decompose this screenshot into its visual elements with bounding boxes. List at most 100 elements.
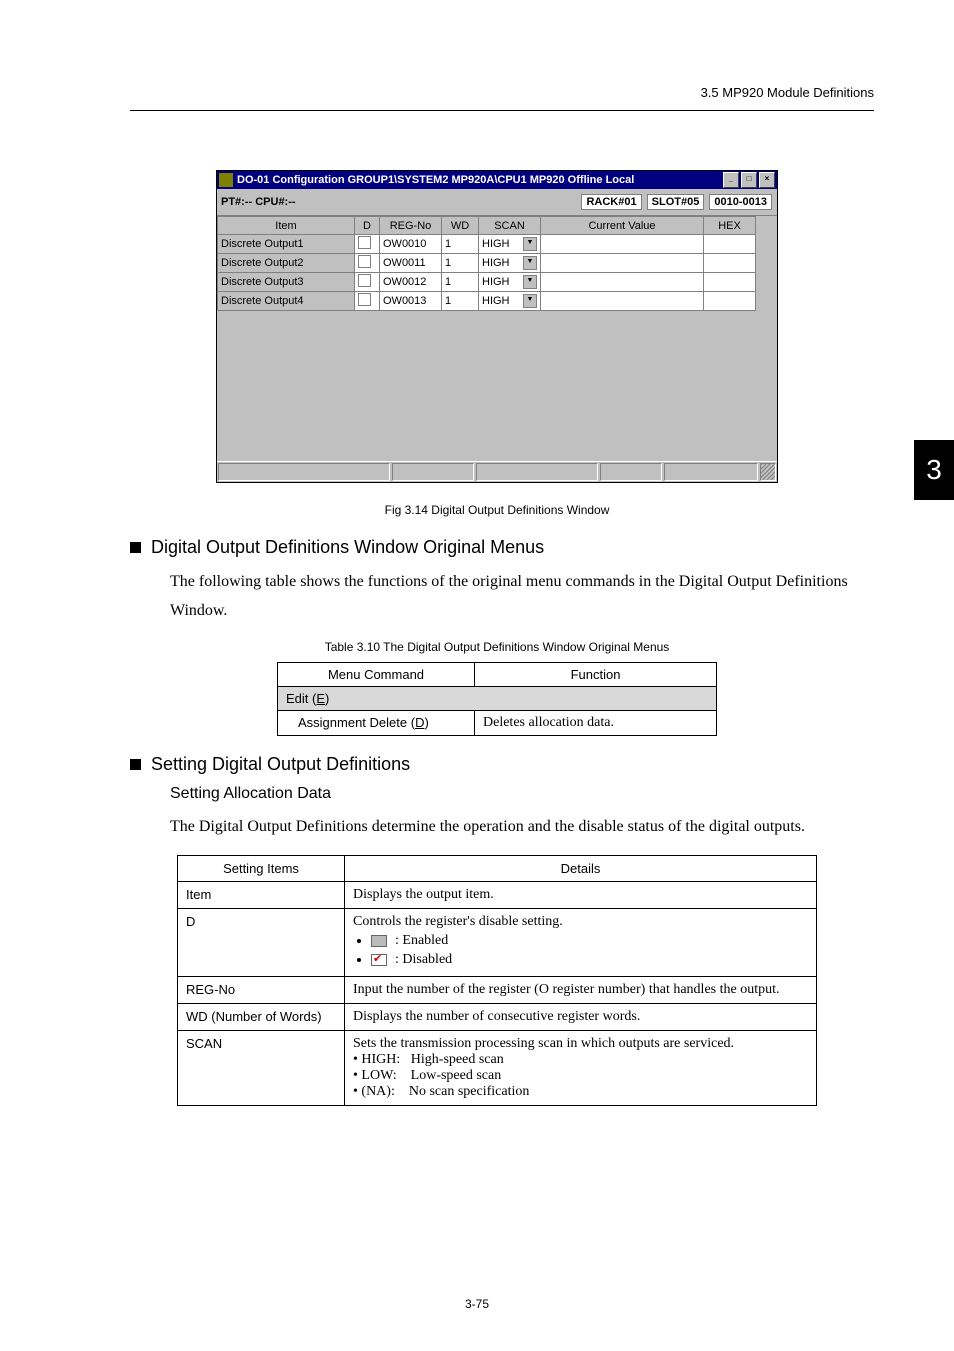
square-bullet-icon — [130, 542, 141, 553]
checkbox-icon — [358, 293, 371, 306]
heading-text: Digital Output Definitions Window Origin… — [151, 537, 544, 558]
enabled-label: : Enabled — [395, 933, 448, 949]
paragraph-a: The following table shows the functions … — [170, 568, 864, 626]
row-current — [541, 254, 704, 273]
chevron-down-icon[interactable]: ▼ — [523, 275, 537, 289]
paragraph-b: The Digital Output Definitions determine… — [170, 813, 864, 842]
row-d-checkbox[interactable] — [355, 235, 380, 254]
details-head-details: Details — [345, 856, 817, 882]
d-disabled: : Disabled — [353, 952, 808, 968]
grid-scroll-gutter — [756, 217, 777, 235]
row-item: Discrete Output1 — [218, 235, 355, 254]
na-desc: No scan specification — [409, 1084, 530, 1099]
statusbar-pane — [664, 463, 758, 481]
statusbar-pane — [218, 463, 390, 481]
row-hex — [704, 292, 756, 311]
col-item: Item — [218, 217, 355, 235]
row-hex — [704, 254, 756, 273]
scan-value: HIGH — [482, 295, 510, 307]
high-label: • HIGH: — [353, 1052, 400, 1067]
scan-low: • LOW: Low-speed scan — [353, 1068, 808, 1084]
do-config-window: DO-01 Configuration GROUP1\SYSTEM2 MP920… — [216, 170, 778, 483]
row-item: Discrete Output2 — [218, 254, 355, 273]
chevron-down-icon[interactable]: ▼ — [523, 256, 537, 270]
grid-gutter — [756, 254, 777, 273]
window-info-row: PT#:-- CPU#:-- RACK#01 SLOT#05 0010-0013 — [217, 189, 777, 216]
checkbox-icon — [358, 255, 371, 268]
pt-cpu-label: PT#:-- CPU#:-- — [221, 196, 401, 208]
page-header-section: 3.5 MP920 Module Definitions — [701, 85, 874, 100]
window-empty-area — [217, 311, 777, 461]
col-regno: REG-No — [380, 217, 442, 235]
subheading-allocation: Setting Allocation Data — [170, 785, 864, 803]
edit-menu-cell: Edit (E) — [278, 686, 717, 710]
edit-post: ) — [325, 691, 329, 706]
row-scan[interactable]: HIGH ▼ — [479, 254, 541, 273]
enabled-icon — [371, 935, 387, 947]
item-text: Displays the output item. — [345, 882, 817, 909]
row-d-checkbox[interactable] — [355, 273, 380, 292]
rack-box: RACK#01 — [581, 194, 641, 210]
page-number: 3-75 — [0, 1297, 954, 1311]
row-scan[interactable]: HIGH ▼ — [479, 235, 541, 254]
square-bullet-icon — [130, 759, 141, 770]
col-wd: WD — [442, 217, 479, 235]
row-regno[interactable]: OW0011 — [380, 254, 442, 273]
grid-gutter — [756, 292, 777, 311]
figure-caption: Fig 3.14 Digital Output Definitions Wind… — [130, 503, 864, 517]
heading-text: Setting Digital Output Definitions — [151, 754, 410, 775]
scan-value: HIGH — [482, 257, 510, 269]
row-wd: 1 — [442, 254, 479, 273]
chevron-down-icon[interactable]: ▼ — [523, 237, 537, 251]
scan-value: HIGH — [482, 238, 510, 250]
heading-setting-defs: Setting Digital Output Definitions — [130, 754, 864, 775]
menu-head-command: Menu Command — [278, 662, 475, 686]
assign-pre: Assignment Delete ( — [298, 715, 415, 730]
setting-details-table: Setting Items Details Item Displays the … — [177, 855, 817, 1106]
row-current — [541, 273, 704, 292]
row-d-checkbox[interactable] — [355, 292, 380, 311]
chevron-down-icon[interactable]: ▼ — [523, 294, 537, 308]
row-wd: 1 — [442, 235, 479, 254]
row-wd: 1 — [442, 292, 479, 311]
row-regno[interactable]: OW0010 — [380, 235, 442, 254]
low-desc: Low-speed scan — [411, 1068, 502, 1083]
close-button[interactable]: × — [759, 172, 775, 188]
high-desc: High-speed scan — [411, 1052, 504, 1067]
window-statusbar — [217, 461, 777, 482]
resize-grip-icon[interactable] — [760, 463, 776, 481]
d-details: Controls the register's disable setting.… — [345, 909, 817, 977]
slot-box: SLOT#05 — [647, 194, 705, 210]
chapter-tab: 3 — [914, 440, 954, 500]
window-titlebar: DO-01 Configuration GROUP1\SYSTEM2 MP920… — [217, 171, 777, 189]
row-hex — [704, 235, 756, 254]
checkbox-icon — [358, 274, 371, 287]
statusbar-pane — [476, 463, 598, 481]
scan-high: • HIGH: High-speed scan — [353, 1052, 808, 1068]
row-scan[interactable]: HIGH▼ — [479, 273, 541, 292]
table-row: REG-No Input the number of the register … — [178, 977, 817, 1004]
row-scan[interactable]: HIGH ▼ — [479, 292, 541, 311]
rack-slot-info: RACK#01 SLOT#05 0010-0013 — [580, 194, 773, 210]
edit-key: E — [316, 691, 325, 706]
table-row: D Controls the register's disable settin… — [178, 909, 817, 977]
table-row: Discrete Output2 OW0011 1 HIGH ▼ — [218, 254, 777, 273]
row-item: Discrete Output3 — [218, 273, 355, 292]
d-enabled: : Enabled — [353, 933, 808, 949]
row-regno[interactable]: OW0013 — [380, 292, 442, 311]
menu-commands-table: Menu Command Function Edit (E) Assignmen… — [277, 662, 717, 736]
table-row: Discrete Output1 OW0010 1 HIGH ▼ — [218, 235, 777, 254]
na-label: • (NA): — [353, 1084, 395, 1099]
assign-post: ) — [424, 715, 428, 730]
edit-pre: Edit ( — [286, 691, 316, 706]
statusbar-pane — [392, 463, 474, 481]
scan-text: Sets the transmission processing scan in… — [353, 1036, 808, 1052]
maximize-button[interactable]: □ — [741, 172, 757, 188]
regno-name: REG-No — [178, 977, 345, 1004]
col-d: D — [355, 217, 380, 235]
row-regno[interactable]: OW0012 — [380, 273, 442, 292]
minimize-button[interactable]: _ — [723, 172, 739, 188]
window-title: DO-01 Configuration GROUP1\SYSTEM2 MP920… — [237, 174, 721, 186]
grid-gutter — [756, 273, 777, 292]
row-d-checkbox[interactable] — [355, 254, 380, 273]
